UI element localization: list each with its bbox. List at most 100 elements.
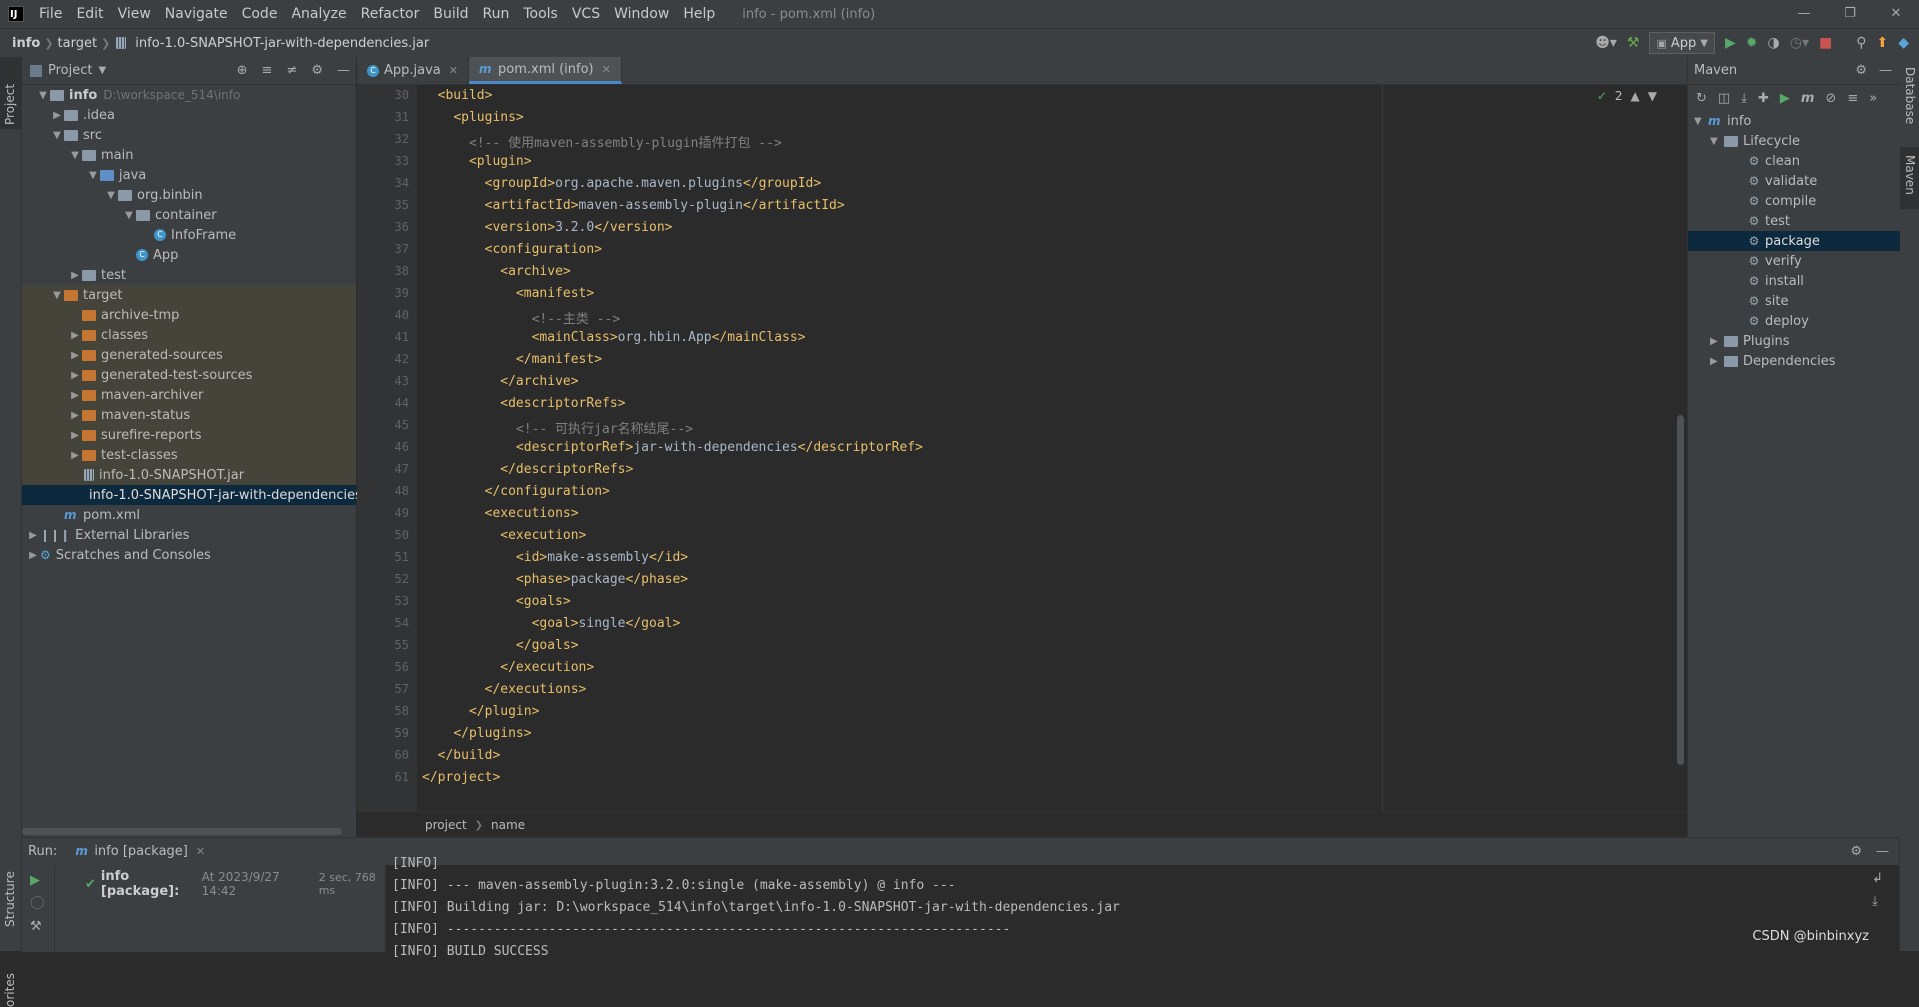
horizontal-scrollbar[interactable]: [22, 828, 342, 835]
tree-item-maven-archiver[interactable]: ▶ maven-archiver: [22, 385, 356, 405]
minimize-icon[interactable]: —: [1781, 0, 1827, 28]
code-line[interactable]: </archive>: [422, 374, 578, 389]
code-line[interactable]: <goals>: [422, 594, 571, 609]
code-line[interactable]: </goals>: [422, 638, 579, 653]
build-hammer-icon[interactable]: ⚒: [1627, 35, 1640, 51]
expand-all-icon[interactable]: ≡: [262, 63, 273, 78]
wrench-icon[interactable]: ⚒: [30, 919, 42, 934]
code-line[interactable]: <mainClass>org.hbin.App</mainClass>: [422, 330, 806, 345]
code-line[interactable]: <descriptorRef>jar-with-dependencies</de…: [422, 440, 923, 455]
code-line[interactable]: </build>: [422, 748, 501, 763]
chevron-down-icon[interactable]: ▼: [1710, 136, 1724, 147]
tree-item-generated-test-sources[interactable]: ▶ generated-test-sources: [22, 365, 356, 385]
structure-tool-tab[interactable]: Structure: [3, 871, 17, 927]
maven-goal-deploy[interactable]: ⚙ deploy: [1688, 311, 1900, 331]
vertical-scrollbar[interactable]: [1677, 415, 1684, 765]
code-line[interactable]: <build>: [422, 88, 493, 103]
code-line[interactable]: </execution>: [422, 660, 594, 675]
code-line[interactable]: <!-- 使用maven-assembly-plugin插件打包 -->: [422, 132, 782, 151]
chevron-right-icon[interactable]: ▶: [1710, 356, 1724, 367]
code-line[interactable]: <artifactId>maven-assembly-plugin</artif…: [422, 198, 845, 213]
chevron-right-icon[interactable]: ▶: [68, 370, 82, 381]
chevron-up-icon[interactable]: ▲: [1631, 89, 1640, 103]
tab-pom-xml[interactable]: m pom.xml (info) ✕: [469, 57, 622, 84]
menu-run[interactable]: Run: [476, 6, 517, 22]
user-icon[interactable]: ☻▾: [1595, 35, 1617, 51]
tree-item-maven-status[interactable]: ▶ maven-status: [22, 405, 356, 425]
tree-item-test[interactable]: ▶ test: [22, 265, 356, 285]
tree-item-info[interactable]: ▼ info D:\workspace_514\info: [22, 85, 356, 105]
soft-wrap-icon[interactable]: ↲: [1872, 871, 1883, 886]
code-line[interactable]: </manifest>: [422, 352, 602, 367]
breadcrumb-project-tag[interactable]: project: [425, 818, 467, 832]
tree-item-package[interactable]: ▼ org.binbin: [22, 185, 356, 205]
tree-item-idea[interactable]: ▶ .idea: [22, 105, 356, 125]
code-line[interactable]: <groupId>org.apache.maven.plugins</group…: [422, 176, 822, 191]
tree-item-jar[interactable]: info-1.0-SNAPSHOT.jar: [22, 465, 356, 485]
chevron-right-icon[interactable]: ▶: [68, 270, 82, 281]
code-line[interactable]: <goal>single</goal>: [422, 616, 681, 631]
code-line[interactable]: <version>3.2.0</version>: [422, 220, 673, 235]
tree-item-target[interactable]: ▼ target: [22, 285, 356, 305]
run-tab-label[interactable]: info [package]: [94, 844, 188, 859]
chevron-down-icon[interactable]: ▼: [104, 190, 118, 201]
maven-dependencies[interactable]: ▶ Dependencies: [1688, 351, 1900, 371]
tree-item-scratches[interactable]: ▶ ⚙ Scratches and Consoles: [22, 545, 356, 565]
locate-icon[interactable]: ⊕: [237, 63, 248, 78]
menu-vcs[interactable]: VCS: [565, 6, 607, 22]
chevron-down-icon[interactable]: ▼: [1648, 89, 1657, 103]
reload-icon[interactable]: ↻: [1696, 91, 1707, 106]
project-tool-tab-label[interactable]: Project: [3, 84, 17, 125]
settings-gear-icon[interactable]: ⚙: [311, 63, 323, 78]
code-line[interactable]: <!--主类 -->: [422, 308, 621, 327]
generate-sources-icon[interactable]: ◫: [1718, 91, 1730, 106]
chevron-down-icon[interactable]: ▼: [86, 170, 100, 181]
breadcrumb-name-tag[interactable]: name: [491, 818, 525, 832]
code-line[interactable]: <id>make-assembly</id>: [422, 550, 688, 565]
plugin-icon[interactable]: ◆: [1898, 35, 1909, 51]
chevron-right-icon[interactable]: ▶: [68, 450, 82, 461]
maven-project-info[interactable]: ▼ m info: [1688, 111, 1900, 131]
chevron-down-icon[interactable]: ▼: [98, 65, 106, 76]
hide-panel-icon[interactable]: —: [337, 63, 350, 78]
chevron-right-icon[interactable]: ▶: [26, 550, 40, 561]
inspection-widget[interactable]: ✓ 2 ▲ ▼: [1597, 89, 1657, 103]
maven-goal-test[interactable]: ⚙ test: [1688, 211, 1900, 231]
run-console-output[interactable]: [INFO] [INFO] --- maven-assembly-plugin:3…: [386, 856, 1899, 959]
menu-build[interactable]: Build: [426, 6, 475, 22]
chevron-right-icon[interactable]: ▶: [68, 330, 82, 341]
code-line[interactable]: </descriptorRefs>: [422, 462, 633, 477]
run-tree-item[interactable]: ✔ info [package]: At 2023/9/27 14:42 2 s…: [85, 869, 385, 899]
tree-item-archive-tmp[interactable]: archive-tmp: [22, 305, 356, 325]
hide-panel-icon[interactable]: —: [1879, 63, 1892, 78]
tree-item-java[interactable]: ▼ java: [22, 165, 356, 185]
maven-plugins[interactable]: ▶ Plugins: [1688, 331, 1900, 351]
close-icon[interactable]: ✕: [1873, 0, 1919, 28]
chevron-down-icon[interactable]: ▼: [122, 210, 136, 221]
chevron-right-icon[interactable]: ▶: [68, 390, 82, 401]
menu-window[interactable]: Window: [607, 6, 676, 22]
settings-gear-icon[interactable]: ⚙: [1855, 63, 1867, 78]
run-icon[interactable]: ▶: [1780, 91, 1790, 106]
maven-goal-validate[interactable]: ⚙ validate: [1688, 171, 1900, 191]
restore-icon[interactable]: ❐: [1827, 0, 1873, 28]
chevron-down-icon[interactable]: ▼: [36, 90, 50, 101]
settings-gear-icon[interactable]: ⚙: [1850, 844, 1862, 859]
run-icon[interactable]: ▶: [1725, 35, 1736, 51]
search-icon[interactable]: ⚲: [1856, 35, 1866, 51]
code-line[interactable]: </configuration>: [422, 484, 610, 499]
tree-item-pom[interactable]: m pom.xml: [22, 505, 356, 525]
maven-goal-compile[interactable]: ⚙ compile: [1688, 191, 1900, 211]
menu-edit[interactable]: Edit: [69, 6, 110, 22]
chevron-right-icon[interactable]: ▶: [68, 410, 82, 421]
collapse-icon[interactable]: ≡: [1847, 91, 1858, 106]
maven-tool-tab-label[interactable]: Maven: [1903, 155, 1917, 195]
chevron-right-icon[interactable]: ▶: [68, 350, 82, 361]
chevron-down-icon[interactable]: ▼: [50, 130, 64, 141]
menu-view[interactable]: View: [111, 6, 158, 22]
code-line[interactable]: <manifest>: [422, 286, 594, 301]
menu-code[interactable]: Code: [235, 6, 285, 22]
rerun-icon[interactable]: ▶: [30, 873, 40, 888]
code-line[interactable]: <executions>: [422, 506, 579, 521]
menu-analyze[interactable]: Analyze: [284, 6, 353, 22]
